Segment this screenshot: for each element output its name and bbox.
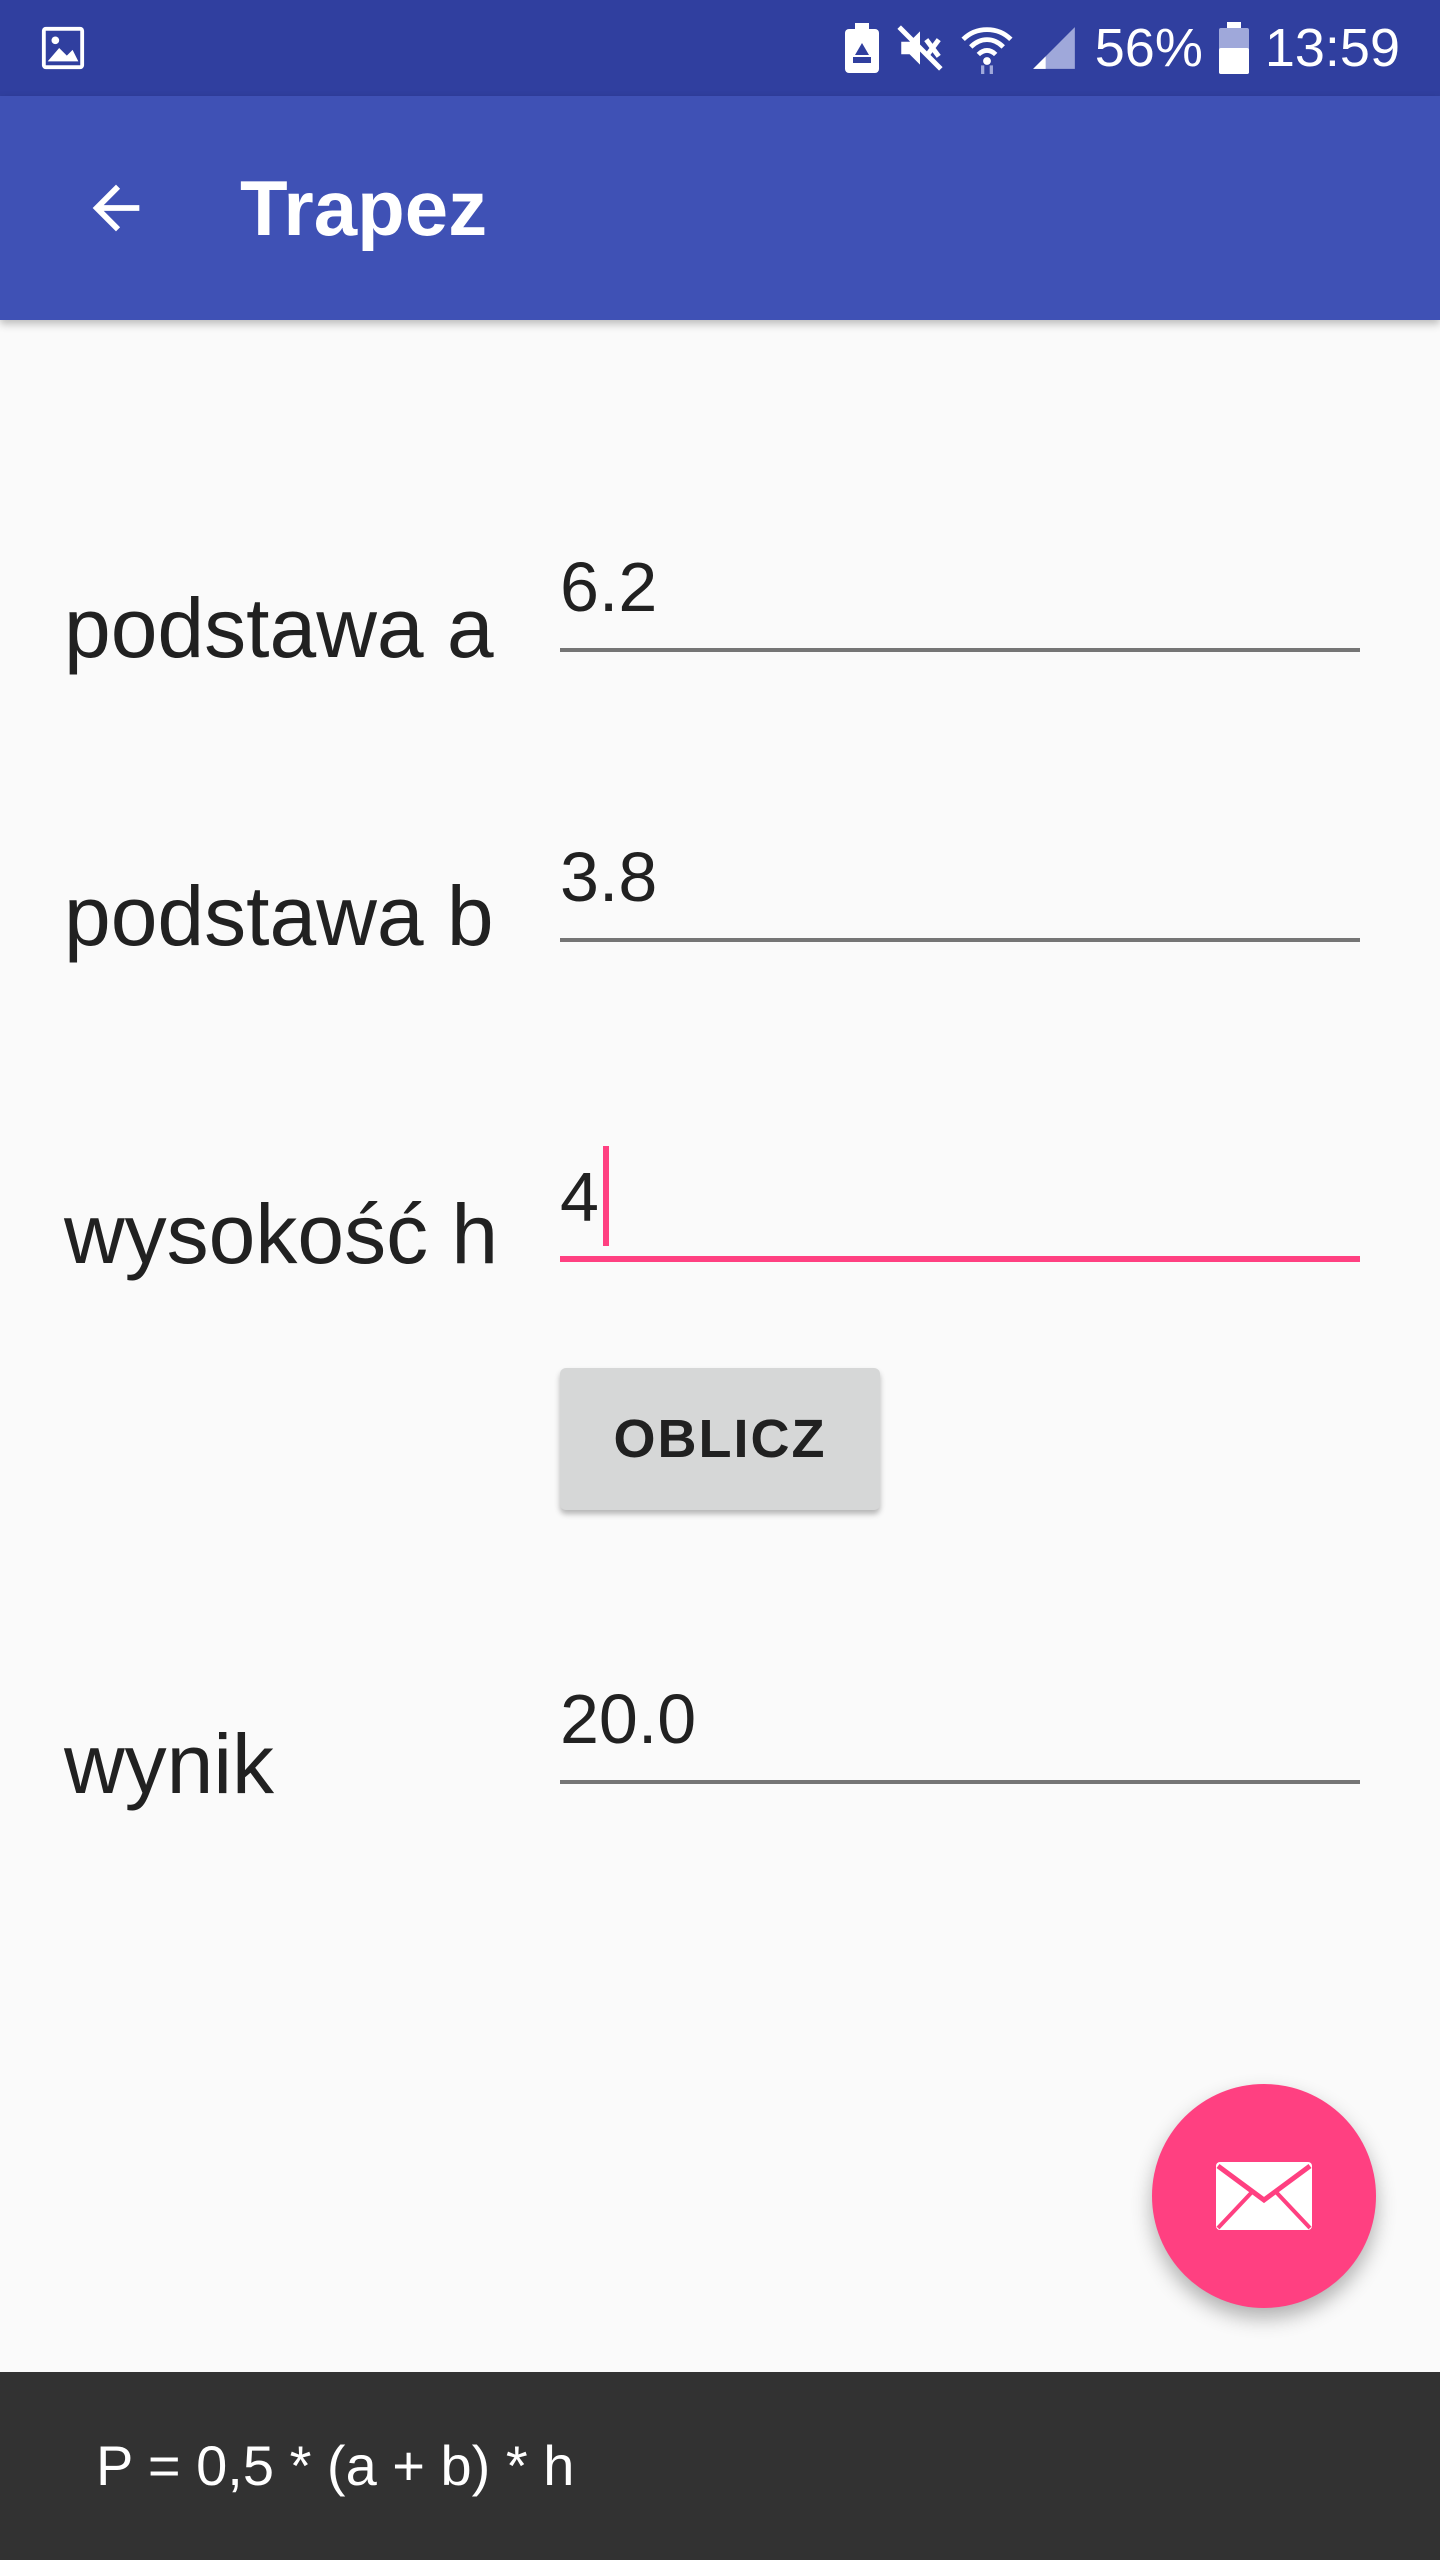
- result-underline: [560, 1780, 1360, 1784]
- base-b-value: 3.8: [560, 838, 658, 916]
- battery-saver-icon: [844, 23, 879, 73]
- base-a-field[interactable]: 6.2: [560, 532, 1360, 652]
- app-bar: Trapez: [0, 96, 1440, 320]
- calculate-button[interactable]: OBLICZ: [560, 1368, 880, 1510]
- signal-icon: [1032, 27, 1075, 69]
- base-b-underline: [560, 938, 1360, 942]
- page-title: Trapez: [240, 164, 488, 252]
- wifi-icon: [961, 27, 1013, 74]
- mail-icon: [1216, 2162, 1312, 2230]
- height-h-label: wysokość h: [64, 1187, 499, 1281]
- battery-icon: [1218, 22, 1249, 74]
- mute-icon: [897, 25, 943, 71]
- result-field[interactable]: 20.0: [560, 1664, 1360, 1784]
- arrow-back-icon: [92, 184, 140, 232]
- base-a-label: podstawa a: [64, 581, 494, 675]
- text-cursor: [603, 1146, 609, 1246]
- base-b-field[interactable]: 3.8: [560, 822, 1360, 942]
- gallery-icon: [41, 26, 85, 70]
- mail-fab-button[interactable]: [1152, 2084, 1376, 2308]
- formula-text: P = 0,5 * (a + b) * h: [96, 2434, 575, 2497]
- battery-percent: 56%: [1094, 18, 1203, 78]
- snackbar: P = 0,5 * (a + b) * h: [0, 2372, 1440, 2560]
- height-h-field[interactable]: 4: [560, 1142, 1360, 1262]
- status-bar: 56% 13:59: [0, 0, 1440, 96]
- back-button[interactable]: [56, 148, 176, 268]
- status-icons: 56% 13:59: [844, 0, 1400, 96]
- result-label: wynik: [64, 1717, 275, 1811]
- base-a-value: 6.2: [560, 548, 658, 626]
- base-a-underline: [560, 648, 1360, 652]
- height-h-underline: [560, 1256, 1360, 1262]
- clock: 13:59: [1264, 18, 1400, 78]
- height-h-value: 4: [560, 1158, 599, 1236]
- result-value: 20.0: [560, 1680, 697, 1758]
- base-b-label: podstawa b: [64, 869, 494, 963]
